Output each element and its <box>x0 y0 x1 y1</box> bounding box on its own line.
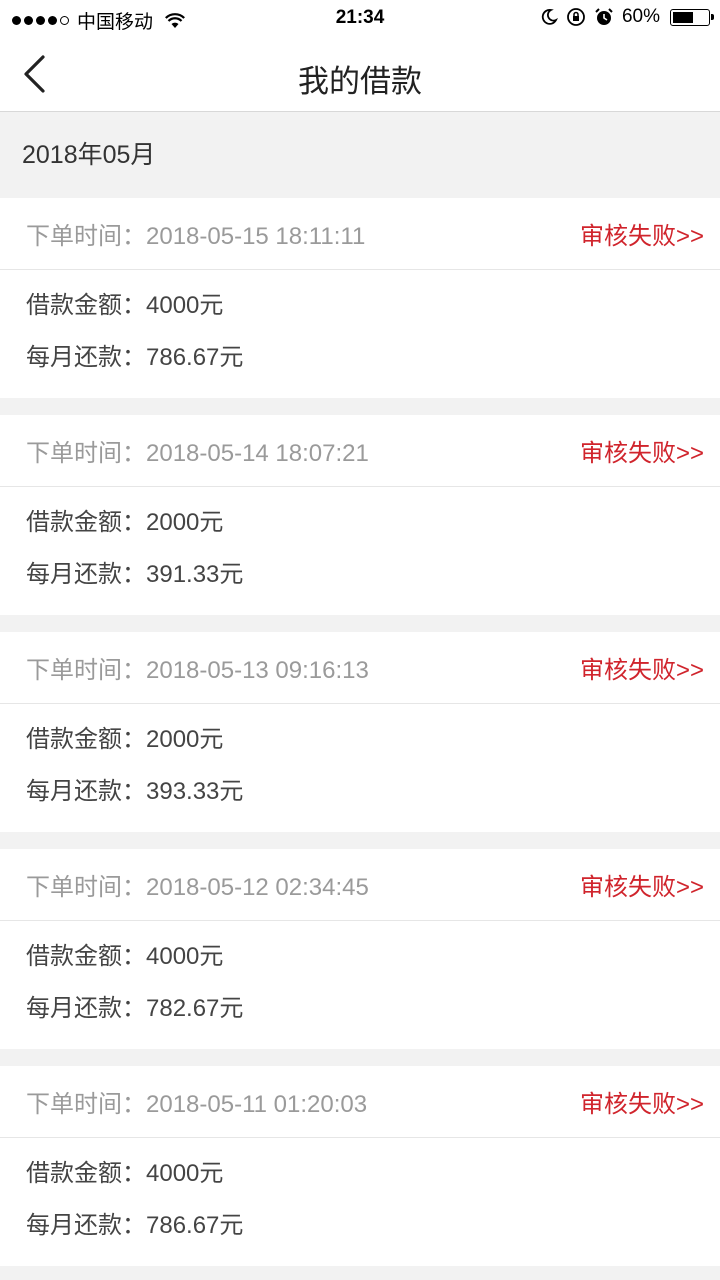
order-time: 下单时间：2018-05-14 18:07:21 <box>26 433 369 468</box>
order-time-value: 2018-05-15 18:11:11 <box>146 223 366 250</box>
loan-card-header: 下单时间：2018-05-12 02:34:45 审核失败>> <box>0 849 720 921</box>
status-right: 60% <box>540 6 714 28</box>
order-time: 下单时间：2018-05-13 09:16:13 <box>26 650 369 685</box>
status-link[interactable]: 审核失败>> <box>580 867 704 902</box>
order-time-label: 下单时间： <box>26 223 146 250</box>
loan-list: 下单时间：2018-05-15 18:11:11 审核失败>> 借款金额：400… <box>0 198 720 1266</box>
monthly-row: 每月还款：786.67元 <box>26 332 694 384</box>
loan-card-body: 借款金额：2000元 每月还款：393.33元 <box>0 704 720 818</box>
loan-card-header: 下单时间：2018-05-15 18:11:11 审核失败>> <box>0 198 720 270</box>
loan-card-header: 下单时间：2018-05-14 18:07:21 审核失败>> <box>0 415 720 487</box>
loan-card-body: 借款金额：4000元 每月还款：786.67元 <box>0 270 720 384</box>
amount-value: 4000元 <box>146 1160 224 1187</box>
loan-card-header: 下单时间：2018-05-11 01:20:03 审核失败>> <box>0 1066 720 1138</box>
loan-card-body: 借款金额：4000元 每月还款：786.67元 <box>0 1138 720 1252</box>
order-time-label: 下单时间： <box>26 440 146 467</box>
amount-value: 2000元 <box>146 509 224 536</box>
monthly-row: 每月还款：782.67元 <box>26 983 694 1035</box>
order-time-label: 下单时间： <box>26 874 146 901</box>
status-link[interactable]: 审核失败>> <box>580 433 704 468</box>
order-time: 下单时间：2018-05-12 02:34:45 <box>26 867 369 902</box>
order-time-label: 下单时间： <box>26 657 146 684</box>
order-time-value: 2018-05-14 18:07:21 <box>146 440 369 467</box>
loan-card[interactable]: 下单时间：2018-05-12 02:34:45 审核失败>> 借款金额：400… <box>0 849 720 1049</box>
monthly-label: 每月还款： <box>26 561 146 588</box>
amount-row: 借款金额：4000元 <box>26 931 694 983</box>
status-link[interactable]: 审核失败>> <box>580 216 704 251</box>
amount-row: 借款金额：2000元 <box>26 714 694 766</box>
monthly-row: 每月还款：786.67元 <box>26 1200 694 1252</box>
monthly-value: 782.67元 <box>146 995 244 1022</box>
monthly-label: 每月还款： <box>26 344 146 371</box>
monthly-label: 每月还款： <box>26 778 146 805</box>
battery-icon <box>670 8 714 26</box>
amount-value: 4000元 <box>146 292 224 319</box>
month-header: 2018年05月 <box>0 112 720 198</box>
loan-card-body: 借款金额：2000元 每月还款：391.33元 <box>0 487 720 601</box>
amount-label: 借款金额： <box>26 943 146 970</box>
loan-card-header: 下单时间：2018-05-13 09:16:13 审核失败>> <box>0 632 720 704</box>
status-link[interactable]: 审核失败>> <box>580 650 704 685</box>
amount-label: 借款金额： <box>26 509 146 536</box>
amount-row: 借款金额：4000元 <box>26 1148 694 1200</box>
order-time-value: 2018-05-13 09:16:13 <box>146 657 369 684</box>
order-time-value: 2018-05-12 02:34:45 <box>146 874 369 901</box>
amount-label: 借款金额： <box>26 292 146 319</box>
monthly-label: 每月还款： <box>26 1212 146 1239</box>
alarm-icon <box>595 8 613 25</box>
status-bar: 中国移动 21:34 60% <box>0 0 720 36</box>
amount-row: 借款金额：4000元 <box>26 280 694 332</box>
monthly-value: 391.33元 <box>146 561 244 588</box>
amount-label: 借款金额： <box>26 1160 146 1187</box>
page-title: 我的借款 <box>298 64 422 99</box>
monthly-label: 每月还款： <box>26 995 146 1022</box>
loan-card-body: 借款金额：4000元 每月还款：782.67元 <box>0 921 720 1035</box>
order-time: 下单时间：2018-05-11 01:20:03 <box>26 1084 367 1119</box>
loan-card[interactable]: 下单时间：2018-05-15 18:11:11 审核失败>> 借款金额：400… <box>0 198 720 398</box>
amount-row: 借款金额：2000元 <box>26 497 694 549</box>
nav-bar: 我的借款 <box>0 36 720 112</box>
monthly-value: 393.33元 <box>146 778 244 805</box>
order-time: 下单时间：2018-05-15 18:11:11 <box>26 216 365 251</box>
monthly-row: 每月还款：391.33元 <box>26 549 694 601</box>
moon-icon <box>541 9 558 25</box>
loan-card[interactable]: 下单时间：2018-05-11 01:20:03 审核失败>> 借款金额：400… <box>0 1066 720 1266</box>
loan-card[interactable]: 下单时间：2018-05-13 09:16:13 审核失败>> 借款金额：200… <box>0 632 720 832</box>
order-time-label: 下单时间： <box>26 1091 146 1118</box>
monthly-row: 每月还款：393.33元 <box>26 766 694 818</box>
monthly-value: 786.67元 <box>146 1212 244 1239</box>
order-time-value: 2018-05-11 01:20:03 <box>146 1091 368 1118</box>
battery-percent: 60% <box>621 6 660 27</box>
status-link[interactable]: 审核失败>> <box>580 1084 704 1119</box>
monthly-value: 786.67元 <box>146 344 244 371</box>
loan-card[interactable]: 下单时间：2018-05-14 18:07:21 审核失败>> 借款金额：200… <box>0 415 720 615</box>
amount-label: 借款金额： <box>26 726 146 753</box>
rotation-lock-icon <box>567 8 585 26</box>
amount-value: 2000元 <box>146 726 224 753</box>
amount-value: 4000元 <box>146 943 224 970</box>
